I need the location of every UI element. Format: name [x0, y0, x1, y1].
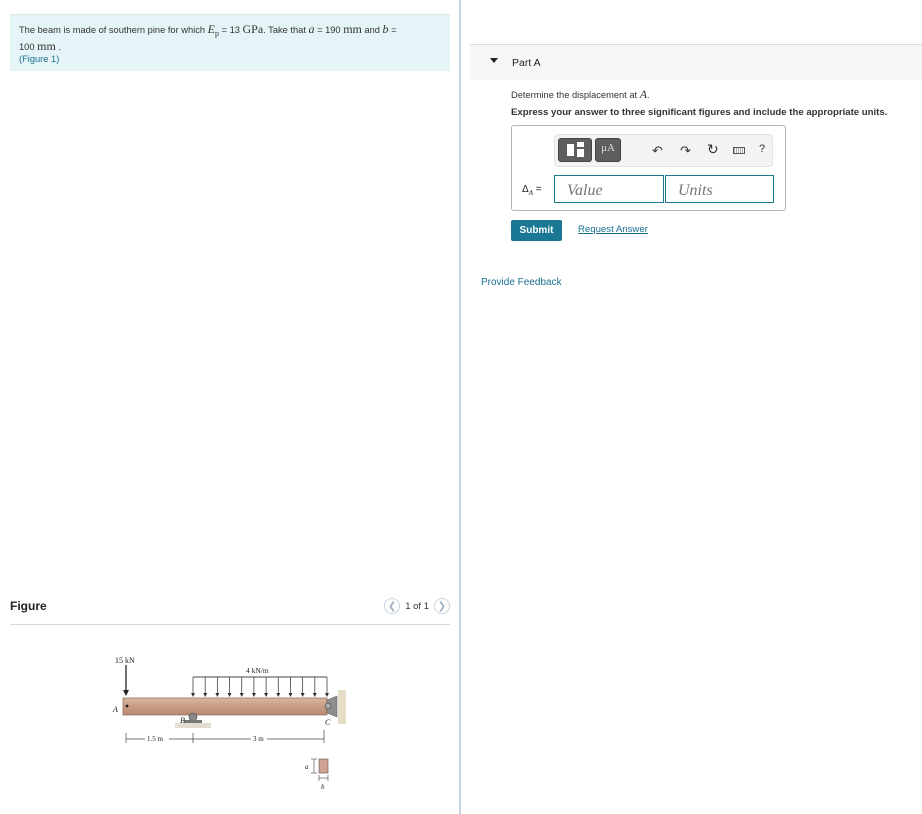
- dimension-2-label: 3 m: [253, 735, 264, 743]
- distributed-load-arrows: [191, 677, 329, 697]
- left-pane: The beam is made of southern pine for wh…: [0, 0, 459, 814]
- problem-text: = 13: [218, 25, 243, 35]
- point-b-label: B: [180, 716, 185, 725]
- equals-sign: =: [532, 184, 542, 195]
- templates-button[interactable]: [558, 138, 592, 162]
- keyboard-icon[interactable]: [733, 147, 745, 154]
- reset-icon[interactable]: ↻: [707, 141, 719, 158]
- load-arrowhead: [227, 693, 232, 697]
- units-button[interactable]: μA: [595, 138, 621, 162]
- help-icon[interactable]: ?: [759, 143, 765, 155]
- problem-text: = 190: [314, 25, 344, 35]
- distributed-load-label: 4 kN/m: [246, 666, 269, 675]
- wall-c: [338, 690, 346, 724]
- pager-text: 1 of 1: [405, 600, 429, 612]
- figure-pager: ❮ 1 of 1 ❯: [384, 598, 450, 614]
- a-unit: mm: [343, 22, 362, 36]
- collapse-caret-icon[interactable]: [490, 58, 498, 63]
- value-input[interactable]: [554, 175, 664, 203]
- problem-text: The beam is made of southern pine for wh…: [19, 25, 208, 35]
- units-input[interactable]: [665, 175, 774, 203]
- templates-icon: [567, 144, 574, 156]
- section-b-label: b: [321, 783, 325, 791]
- part-title: Part A: [512, 57, 541, 69]
- delta-symbol: Δ: [522, 184, 529, 195]
- problem-text: and: [361, 25, 383, 35]
- answer-label: ΔA =: [522, 184, 542, 197]
- load-arrowhead: [312, 693, 317, 697]
- load-arrowhead: [251, 693, 256, 697]
- problem-statement: The beam is made of southern pine for wh…: [10, 14, 450, 71]
- instruction-text: Express your answer to three significant…: [511, 107, 888, 118]
- question-text: Determine the displacement at A.: [511, 87, 650, 102]
- right-pane: Part A Determine the displacement at A. …: [461, 0, 922, 814]
- question-variable: A: [639, 87, 648, 101]
- problem-text: .: [55, 41, 61, 52]
- figure-header: Figure ❮ 1 of 1 ❯: [10, 598, 450, 625]
- load-arrowhead: [215, 693, 220, 697]
- load-arrowhead: [239, 693, 244, 697]
- e-symbol: E: [207, 22, 215, 36]
- load-arrowhead: [300, 693, 305, 697]
- point-a-marker: [125, 704, 129, 708]
- load-arrowhead: [203, 693, 208, 697]
- roller-plate: [184, 720, 202, 723]
- undo-icon[interactable]: ↶: [652, 143, 663, 159]
- beam-figure: 15 kN 4 kN/m A B C 1.5 m 3 m a b: [112, 656, 346, 791]
- redo-icon[interactable]: ↷: [680, 143, 691, 159]
- problem-text: . Take that: [263, 25, 309, 35]
- next-figure-button[interactable]: ❯: [434, 598, 450, 614]
- submit-button[interactable]: Submit: [511, 220, 562, 241]
- beam: [122, 697, 328, 716]
- force-label: 15 kN: [115, 656, 135, 665]
- load-arrowhead: [288, 693, 293, 697]
- math-toolbar: μA ↶ ↷ ↻ ?: [554, 134, 773, 167]
- provide-feedback-link[interactable]: Provide Feedback: [481, 277, 562, 288]
- question-suffix: .: [647, 90, 650, 100]
- cross-section: [318, 758, 329, 774]
- request-answer-link[interactable]: Request Answer: [578, 224, 648, 235]
- pin-c: [324, 702, 332, 710]
- load-arrowhead: [276, 693, 281, 697]
- part-a-header[interactable]: Part A: [470, 44, 922, 80]
- load-arrowhead: [191, 693, 195, 697]
- figure-link[interactable]: (Figure 1): [19, 54, 59, 64]
- load-arrowhead: [264, 693, 269, 697]
- section-a-label: a: [305, 763, 309, 771]
- b-value: 100: [19, 41, 38, 52]
- answer-box: μA ↶ ↷ ↻ ? ΔA =: [511, 125, 786, 211]
- question-prefix: Determine the displacement at: [511, 90, 640, 100]
- roller-support-b: [188, 712, 198, 722]
- b-unit: mm: [37, 38, 56, 53]
- problem-text: =: [388, 25, 397, 35]
- load-arrowhead: [325, 693, 329, 697]
- prev-figure-button[interactable]: ❮: [384, 598, 401, 614]
- figure-title: Figure: [10, 599, 47, 613]
- e-unit: GPa: [242, 22, 264, 36]
- point-c-label: C: [325, 718, 331, 727]
- dimension-1-label: 1.5 m: [147, 735, 164, 743]
- chevron-right-icon: ❯: [437, 600, 447, 612]
- point-load-arrowhead: [123, 690, 129, 696]
- chevron-left-icon: ❮: [388, 600, 397, 612]
- units-icon: μA: [601, 142, 615, 154]
- point-a-label: A: [112, 705, 118, 714]
